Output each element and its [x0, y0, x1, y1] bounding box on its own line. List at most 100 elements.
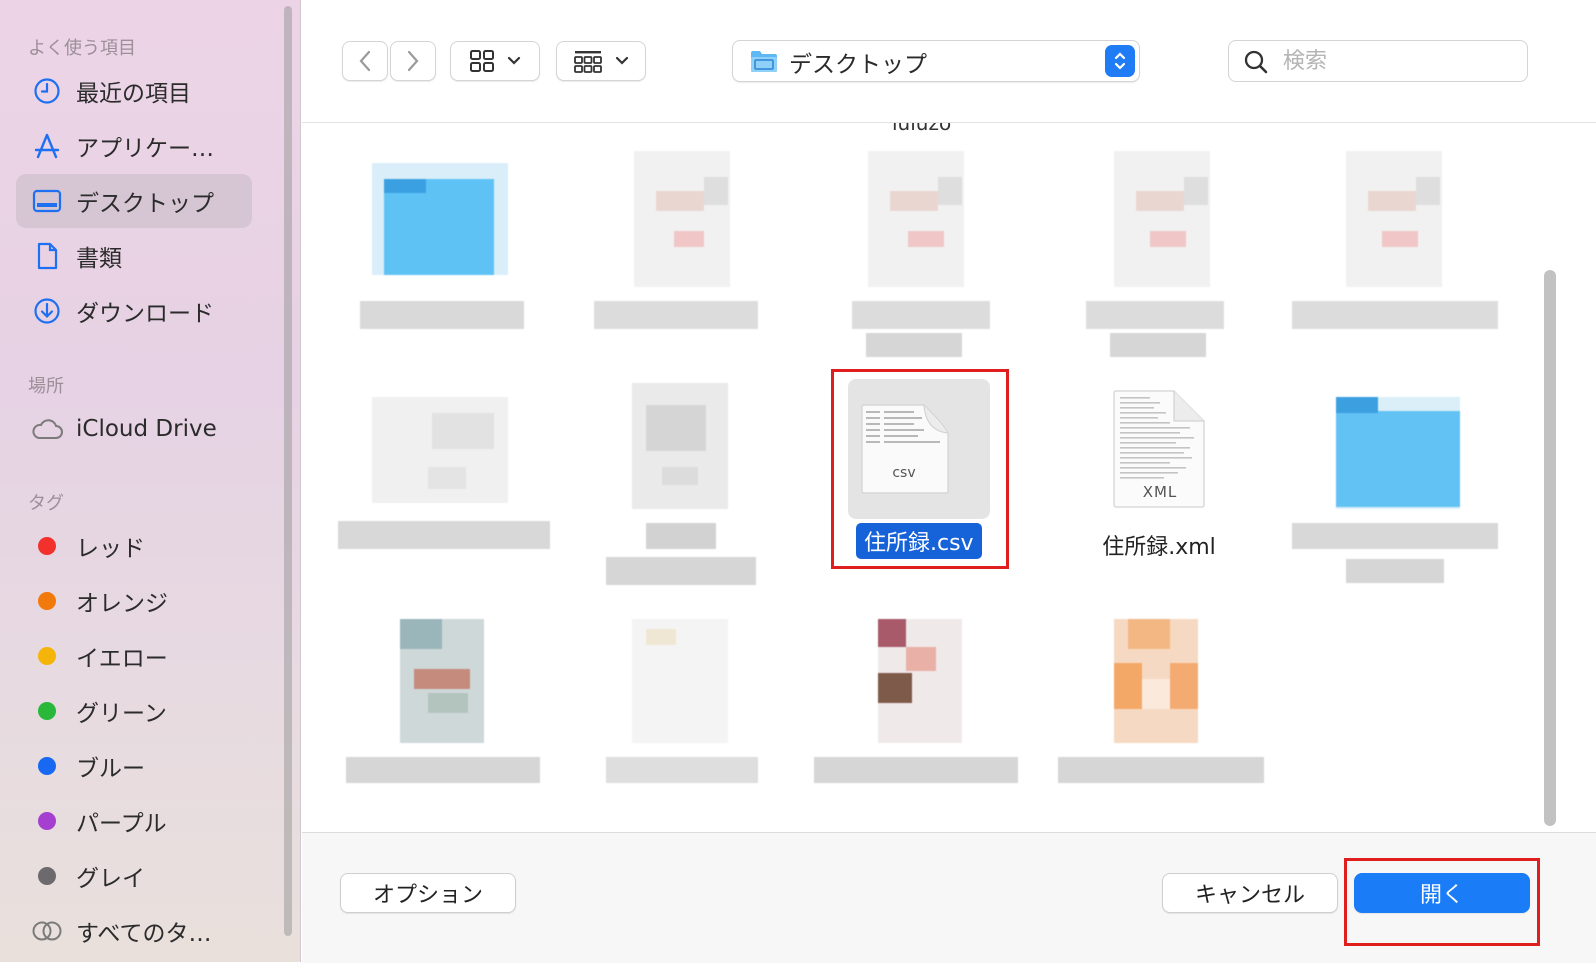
file-item-address-xml[interactable]: XML 住所録.xml	[1044, 383, 1274, 613]
blurred-file-name	[594, 301, 758, 329]
document-thumbnail	[634, 151, 730, 287]
applications-icon	[30, 129, 64, 163]
file-item-folder[interactable]	[1288, 383, 1518, 613]
sidebar-tag-orange[interactable]: オレンジ	[16, 574, 252, 628]
chevron-left-icon	[359, 50, 371, 72]
folder-icon	[1336, 397, 1460, 509]
blurred-file-name	[646, 523, 716, 549]
file-item[interactable]	[572, 151, 802, 381]
sidebar-item-label: グリーン	[76, 701, 167, 727]
file-item[interactable]	[1288, 151, 1518, 381]
blurred-file-name	[852, 301, 990, 329]
sidebar-tag-all[interactable]: すべてのタ…	[16, 904, 252, 958]
file-item-folder[interactable]	[338, 151, 568, 381]
blurred-file-name-line2	[1346, 559, 1444, 583]
sidebar-tag-yellow[interactable]: イエロー	[16, 629, 252, 683]
search-field[interactable]	[1228, 40, 1528, 82]
up-down-chevron-icon	[1114, 52, 1126, 70]
location-stepper[interactable]	[1105, 45, 1135, 77]
search-input[interactable]	[1281, 45, 1515, 77]
sidebar-item-label: ブルー	[76, 756, 145, 782]
chevron-down-icon	[615, 56, 629, 65]
blurred-file-name-line2	[606, 557, 756, 585]
file-browser: iuiuzo csv 住所録.csv XML 住所録.xml	[302, 123, 1596, 832]
sidebar-item-recents[interactable]: 最近の項目	[16, 64, 252, 118]
sidebar-scrollbar[interactable]	[284, 6, 292, 936]
blurred-file-name	[814, 757, 1018, 783]
download-icon	[30, 294, 64, 328]
blurred-file-name	[606, 757, 758, 783]
annotation-highlight-csv	[831, 369, 1009, 569]
document-thumbnail	[372, 397, 508, 503]
tag-color-dot	[38, 647, 56, 665]
annotation-highlight-open	[1344, 858, 1540, 946]
sidebar-item-documents[interactable]: 書類	[16, 229, 252, 283]
sidebar-item-label: オレンジ	[76, 591, 168, 617]
file-item[interactable]	[338, 613, 568, 832]
document-thumbnail	[868, 151, 964, 287]
all-tags-icon	[30, 914, 64, 948]
tag-color-dot	[38, 537, 56, 555]
chevron-down-icon	[507, 56, 521, 65]
file-item[interactable]	[572, 383, 802, 613]
location-popup[interactable]: デスクトップ	[732, 40, 1140, 82]
sidebar-tag-blue[interactable]: ブルー	[16, 739, 252, 793]
toolbar: デスクトップ	[302, 0, 1596, 123]
document-icon	[30, 239, 64, 273]
sidebar-tag-gray[interactable]: グレイ	[16, 849, 252, 903]
file-name: 住所録.xml	[1102, 535, 1216, 560]
file-item[interactable]	[806, 151, 1036, 381]
search-icon	[1244, 50, 1268, 74]
location-name: デスクトップ	[789, 52, 927, 78]
sidebar-item-downloads[interactable]: ダウンロード	[16, 284, 252, 338]
image-thumbnail	[878, 619, 962, 743]
sidebar-section-favorites: よく使う項目	[28, 38, 136, 59]
sidebar-tag-red[interactable]: レッド	[16, 519, 252, 573]
tag-color-dot	[38, 812, 56, 830]
cancel-button[interactable]: キャンセル	[1162, 873, 1338, 913]
back-button[interactable]	[342, 41, 388, 81]
sidebar-item-icloud-drive[interactable]: iCloud Drive	[16, 402, 252, 456]
blurred-file-name	[1292, 301, 1498, 329]
blurred-file-name	[338, 521, 550, 549]
file-item[interactable]	[1054, 613, 1284, 832]
blurred-file-name	[360, 301, 524, 329]
forward-button[interactable]	[390, 41, 436, 81]
content-scrollbar[interactable]	[1544, 270, 1556, 826]
sidebar: よく使う項目 最近の項目 アプリケー… デスクトップ 書類 ダウンロード 場所	[0, 0, 301, 962]
sidebar-item-label: レッド	[76, 536, 145, 562]
file-item[interactable]	[338, 383, 568, 613]
clock-icon	[30, 74, 64, 108]
sidebar-item-label: iCloud Drive	[76, 416, 217, 442]
file-item[interactable]	[572, 613, 802, 832]
cloud-icon	[30, 412, 64, 446]
file-item[interactable]	[1054, 151, 1284, 381]
group-grid-icon	[574, 51, 602, 73]
blurred-file-name	[1086, 301, 1224, 329]
sidebar-item-desktop[interactable]: デスクトップ	[16, 174, 252, 228]
image-thumbnail	[400, 619, 484, 743]
sidebar-item-label: グレイ	[76, 866, 145, 892]
chevron-right-icon	[407, 50, 419, 72]
view-mode-button[interactable]	[450, 41, 540, 81]
document-thumbnail	[1114, 151, 1210, 287]
image-thumbnail	[1114, 619, 1198, 743]
grid-view-icon	[470, 50, 494, 72]
sidebar-item-applications[interactable]: アプリケー…	[16, 119, 252, 173]
blurred-file-name	[1292, 523, 1498, 549]
sidebar-tag-purple[interactable]: パープル	[16, 794, 252, 848]
sidebar-item-label: 最近の項目	[76, 81, 191, 107]
blurred-file-name	[346, 757, 540, 783]
sidebar-item-label: パープル	[76, 811, 167, 837]
xml-file-icon: XML	[1112, 389, 1208, 509]
document-thumbnail	[1346, 151, 1442, 287]
sidebar-section-locations: 場所	[28, 376, 64, 397]
desktop-icon	[30, 184, 64, 218]
options-button[interactable]: オプション	[340, 873, 516, 913]
file-item[interactable]	[806, 613, 1036, 832]
blurred-file-name-line2	[866, 333, 962, 357]
sidebar-item-label: ダウンロード	[76, 301, 214, 327]
group-by-button[interactable]	[556, 41, 646, 81]
sidebar-tag-green[interactable]: グリーン	[16, 684, 252, 738]
folder-icon	[372, 163, 508, 275]
